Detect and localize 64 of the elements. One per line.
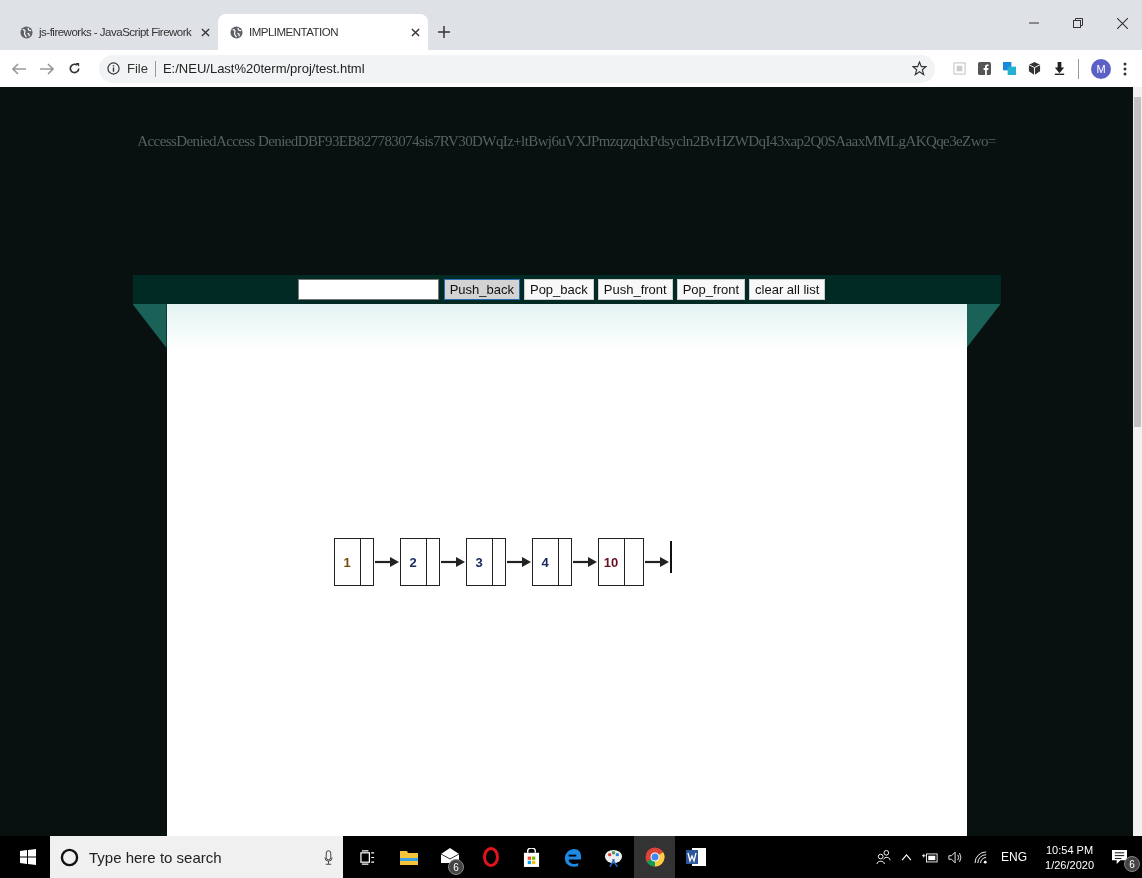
download-icon[interactable] — [1053, 62, 1066, 75]
taskbar-app[interactable]: 6 — [429, 836, 470, 878]
browser-tab[interactable]: js-fireworks - JavaScript Firework — [8, 14, 218, 50]
chevron-up-icon[interactable] — [901, 853, 913, 861]
null-terminator — [669, 541, 672, 573]
cortana-icon — [60, 847, 79, 867]
globe-icon — [20, 25, 33, 39]
windows-start-icon[interactable] — [20, 849, 36, 865]
extension-icon[interactable] — [1003, 62, 1016, 75]
list-action-button[interactable]: Pop_front — [676, 279, 746, 300]
browser-tab[interactable]: IMPLIMENTATION — [218, 14, 428, 50]
url-text: E:/NEU/Last%20term/proj/test.html — [162, 61, 366, 76]
tab-title: js-fireworks - JavaScript Firework — [39, 26, 193, 38]
reload-icon[interactable] — [68, 62, 81, 75]
list-action-button[interactable]: Pop_back — [523, 279, 594, 300]
new-tab-icon[interactable] — [438, 26, 450, 38]
taskbar-app[interactable] — [634, 836, 675, 878]
list-action-button[interactable]: clear all list — [749, 279, 826, 300]
cube-icon[interactable] — [1028, 62, 1041, 75]
forward-icon[interactable] — [40, 62, 54, 75]
people-icon[interactable] — [876, 849, 892, 865]
value-input[interactable] — [297, 279, 439, 300]
info-icon — [107, 62, 120, 75]
globe-icon — [230, 25, 243, 39]
list-action-button[interactable]: Push_front — [597, 279, 673, 300]
node-value: 3 — [466, 539, 493, 585]
palette-icon — [604, 847, 623, 867]
taskbar-search-box[interactable]: Type here to search — [50, 836, 343, 878]
clock-time[interactable]: 10:54 PM — [1046, 843, 1094, 856]
address-bar[interactable]: File E:/NEU/Last%20term/proj/test.html — [99, 54, 935, 83]
close-icon[interactable] — [201, 27, 210, 37]
back-icon[interactable] — [12, 62, 26, 75]
node-value: 2 — [400, 539, 427, 585]
language-indicator[interactable]: ENG — [1001, 850, 1028, 864]
tab-title: IMPLIMENTATION — [249, 26, 340, 38]
word-icon — [685, 848, 706, 866]
notification-badge: 6 — [448, 859, 464, 875]
node-value: 4 — [532, 539, 559, 585]
facebook-icon[interactable] — [978, 62, 991, 75]
restore-icon[interactable] — [1073, 18, 1083, 28]
list-action-button[interactable]: Push_back — [443, 279, 520, 300]
notification-badge: 6 — [1124, 856, 1140, 872]
scheme-label: File — [127, 61, 148, 76]
taskbar-search-field[interactable]: Type here to search — [87, 847, 316, 867]
task-view-icon — [360, 849, 375, 865]
bookmark-star-icon[interactable] — [912, 61, 927, 76]
close-icon[interactable] — [1117, 18, 1128, 29]
clock-date[interactable]: 1/26/2020 — [1045, 858, 1094, 871]
edge-icon — [563, 847, 582, 867]
microphone-icon[interactable] — [324, 849, 333, 865]
speaker-icon[interactable] — [948, 850, 965, 864]
chrome-icon — [644, 847, 665, 867]
close-icon[interactable] — [411, 27, 420, 37]
notification-icon[interactable] — [1112, 849, 1127, 865]
node-value: 1 — [334, 539, 361, 585]
scrollbar[interactable] — [1133, 87, 1142, 836]
opera-icon — [482, 847, 499, 867]
folder-icon — [399, 849, 418, 865]
store-bag-icon — [523, 847, 540, 867]
node-value: 10 — [598, 539, 625, 585]
more-icon[interactable] — [1123, 61, 1127, 76]
error-message: AccessDeniedAccess DeniedDBF93EB827783074sis7RV30DWqIz+ltBwj6uVXJPmzqzqdxPdsycln2BvHZWDqI43xap2Q0SAaaxMMLgAKQqe3eZwo= — [137, 133, 996, 150]
battery-icon[interactable] — [922, 851, 939, 863]
profile-avatar[interactable]: M — [1091, 58, 1111, 79]
